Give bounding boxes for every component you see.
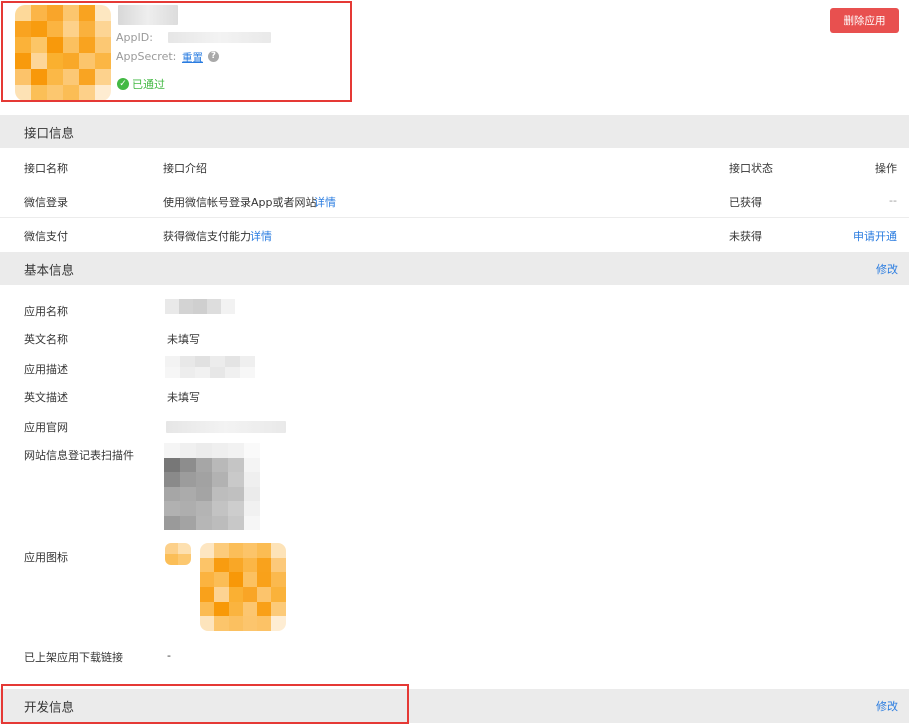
field-label-website: 应用官网 [24,421,68,434]
interface-status: 未获得 [729,230,762,243]
interface-name: 微信支付 [24,230,68,243]
app-desc-value-blurred [165,356,255,378]
website-value-blurred [166,421,286,433]
field-value-en-name: 未填写 [167,333,200,346]
highlight-box-header [1,1,352,102]
interface-section-title: 接口信息 [24,125,75,140]
interface-intro: 获得微信支付能力 [163,230,251,243]
interface-detail-link[interactable]: 详情 [250,228,272,244]
field-value-en-desc: 未填写 [167,391,200,404]
column-header-intro: 接口介绍 [163,162,207,175]
apply-link[interactable]: 申请开通 [853,228,897,244]
app-icon-large [200,543,286,632]
interface-detail-link[interactable]: 详情 [314,194,336,210]
interface-intro: 使用微信帐号登录App或者网站 [163,196,317,209]
column-header-status: 接口状态 [729,162,773,175]
field-label-scan: 网站信息登记表扫描件 [24,449,134,462]
interface-name: 微信登录 [24,196,68,209]
interface-action: -- [889,194,897,207]
interface-table: 接口名称 接口介绍 接口状态 操作 微信登录 使用微信帐号登录App或者网站 详… [0,148,909,252]
interface-section-header: 接口信息 [0,115,909,148]
app-icon-small [165,543,191,565]
column-header-name: 接口名称 [24,162,68,175]
basic-section-header: 基本信息 修改 [0,252,909,285]
field-label-app-desc: 应用描述 [24,363,68,376]
delete-app-button[interactable]: 删除应用 [830,8,899,33]
field-value-download: - [167,649,171,662]
basic-section-title: 基本信息 [24,262,75,277]
table-row: 微信支付 获得微信支付能力 详情 未获得 申请开通 [0,218,909,252]
field-label-app-name: 应用名称 [24,305,68,318]
app-name-value-blurred [165,299,235,314]
dev-edit-link[interactable]: 修改 [876,698,898,714]
field-label-en-name: 英文名称 [24,333,68,346]
basic-edit-link[interactable]: 修改 [876,261,898,277]
field-label-download: 已上架应用下载链接 [24,651,123,664]
scan-image-blurred [164,443,260,530]
table-row: 微信登录 使用微信帐号登录App或者网站 详情 已获得 -- [0,183,909,217]
interface-status: 已获得 [729,196,762,209]
basic-info-body: 应用名称 英文名称 未填写 应用描述 英文描述 未填写 应用官网 网站信息登记表… [0,285,909,685]
column-header-action: 操作 [875,162,897,175]
highlight-box-dev [1,684,409,724]
field-label-en-desc: 英文描述 [24,391,68,404]
field-label-icon: 应用图标 [24,551,68,564]
